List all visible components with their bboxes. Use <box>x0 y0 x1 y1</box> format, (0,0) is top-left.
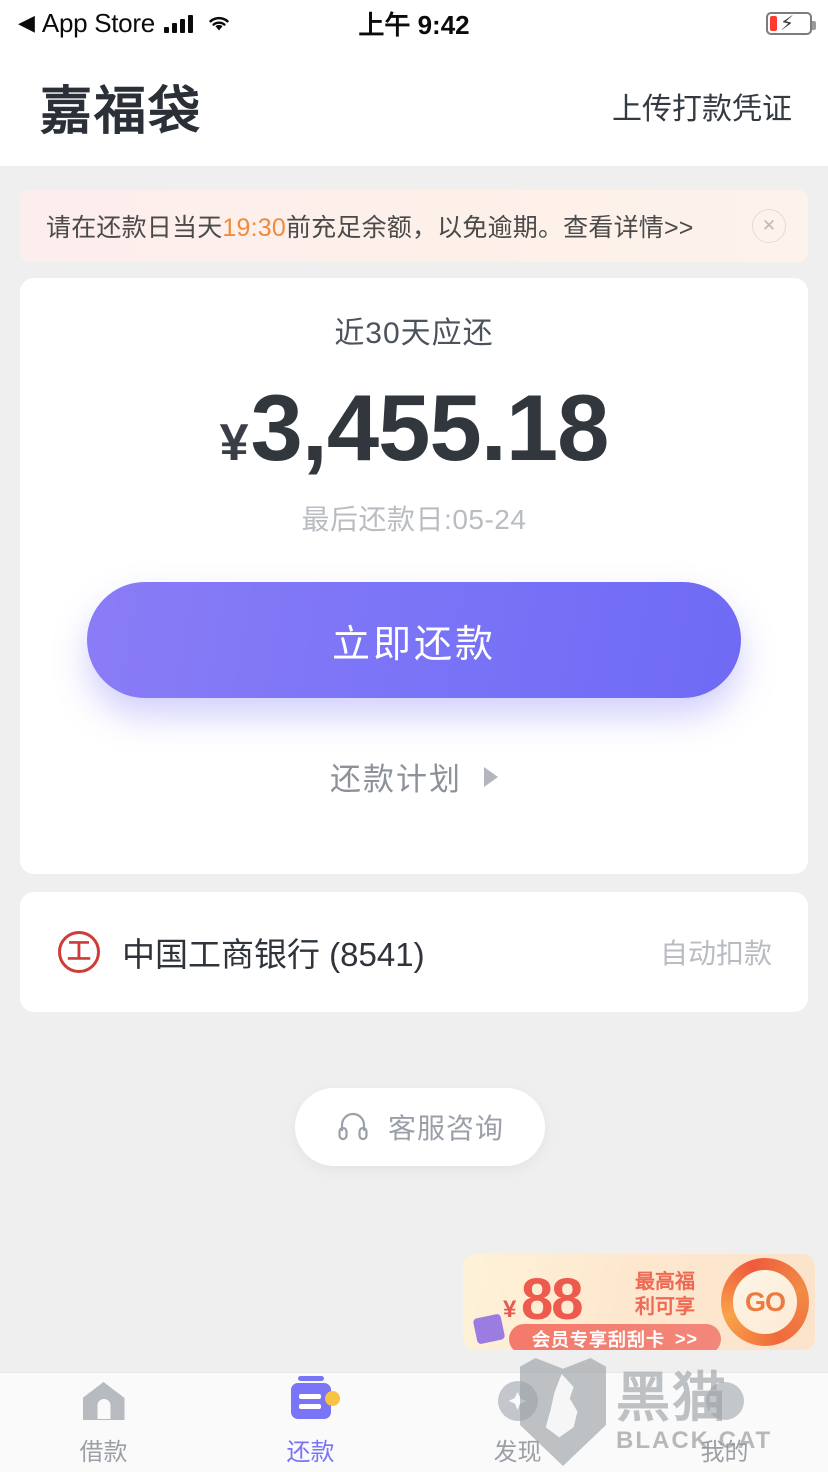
app-screen: ◀ App Store 上午 9:42 ⚡ 嘉福袋 上传打款凭证 请在还款日当天… <box>0 0 828 1472</box>
customer-service-label: 客服咨询 <box>387 1113 504 1144</box>
page-title: 嘉福袋 <box>40 82 203 141</box>
profile-icon <box>702 1378 748 1424</box>
promo-slogan: 最高福 利可享 <box>635 1270 695 1320</box>
repay-card-icon <box>288 1376 340 1424</box>
repayment-period-label: 近30天应还 <box>334 317 494 350</box>
status-bar: ◀ App Store 上午 9:42 ⚡ <box>0 0 828 46</box>
repayment-amount: ¥ 3,455.18 <box>20 374 808 482</box>
repayment-card: 近30天应还 ¥ 3,455.18 最后还款日:05-24 立即还款 还款计划 <box>20 278 808 874</box>
tab-profile[interactable]: 我的 <box>621 1378 828 1467</box>
notice-banner[interactable]: 请在还款日当天19:30前充足余额，以免逾期。查看详情>> ✕ <box>20 190 808 262</box>
tab-loan[interactable]: 借款 <box>0 1378 207 1467</box>
notice-prefix: 请在还款日当天 <box>46 214 223 242</box>
tab-discover-label: 发现 <box>493 1439 542 1466</box>
tab-loan-label: 借款 <box>79 1439 128 1466</box>
repay-now-button[interactable]: 立即还款 <box>87 582 741 698</box>
notice-text: 请在还款日当天19:30前充足余额，以免逾期。查看详情>> <box>46 208 752 244</box>
promo-amount: 88 <box>521 1267 583 1332</box>
tab-discover[interactable]: 发现 <box>414 1378 621 1467</box>
promo-go-button[interactable]: GO <box>721 1258 809 1346</box>
icbc-logo-icon: 工 <box>58 931 100 973</box>
home-icon <box>81 1378 127 1424</box>
tab-profile-label: 我的 <box>700 1439 749 1466</box>
promo-pill-button[interactable]: 会员专享刮刮卡 >> <box>509 1324 721 1350</box>
currency-symbol: ¥ <box>219 414 249 472</box>
notice-detail-link[interactable]: 查看详情>> <box>563 214 693 242</box>
bank-name-label: 中国工商银行 (8541) <box>122 936 425 973</box>
amount-value: 3,455.18 <box>250 375 610 480</box>
notice-suffix: 前充足余额，以免逾期。 <box>285 214 564 242</box>
upload-receipt-button[interactable]: 上传打款凭证 <box>612 84 792 128</box>
status-bar-right: ⚡ <box>766 11 816 35</box>
notice-time-highlight: 19:30 <box>222 214 286 242</box>
promo-go-inner: GO <box>733 1270 797 1334</box>
customer-service-button[interactable]: 客服咨询 <box>295 1088 545 1166</box>
close-icon[interactable]: ✕ <box>752 209 786 243</box>
red-envelope-icon <box>472 1313 506 1345</box>
promo-slogan-line1: 最高福 <box>635 1271 695 1293</box>
compass-icon <box>495 1378 541 1424</box>
headset-icon <box>336 1108 370 1147</box>
promo-currency: ¥ <box>503 1296 517 1323</box>
bank-card-row[interactable]: 工 中国工商银行 (8541) 自动扣款 <box>20 892 808 1012</box>
due-date-label: 最后还款日:05-24 <box>301 504 527 535</box>
icbc-logo-glyph: 工 <box>67 938 91 965</box>
auto-deduct-status: 自动扣款 <box>659 938 772 969</box>
promo-pill-arrow: >> <box>674 1328 699 1349</box>
tab-repay[interactable]: 还款 <box>207 1376 414 1467</box>
pay-button-wrap: 立即还款 <box>20 582 808 698</box>
repay-now-label: 立即还款 <box>331 623 496 666</box>
promo-pill-label: 会员专享刮刮卡 <box>531 1330 665 1350</box>
repayment-plan-link[interactable]: 还款计划 <box>20 754 808 799</box>
repayment-plan-label: 还款计划 <box>330 762 462 797</box>
battery-charging-icon: ⚡ <box>766 11 816 35</box>
promo-slogan-line2: 利可享 <box>635 1296 695 1318</box>
status-bar-clock: 上午 9:42 <box>358 9 470 40</box>
app-header: 嘉福袋 上传打款凭证 <box>0 46 828 166</box>
tab-bar: 借款 还款 发现 我的 <box>0 1372 828 1472</box>
promo-banner[interactable]: ¥ 88 最高福 利可享 会员专享刮刮卡 >> GO <box>463 1254 815 1350</box>
tab-repay-label: 还款 <box>286 1439 335 1466</box>
chevron-right-icon <box>484 766 498 787</box>
promo-go-label: GO <box>744 1286 786 1317</box>
